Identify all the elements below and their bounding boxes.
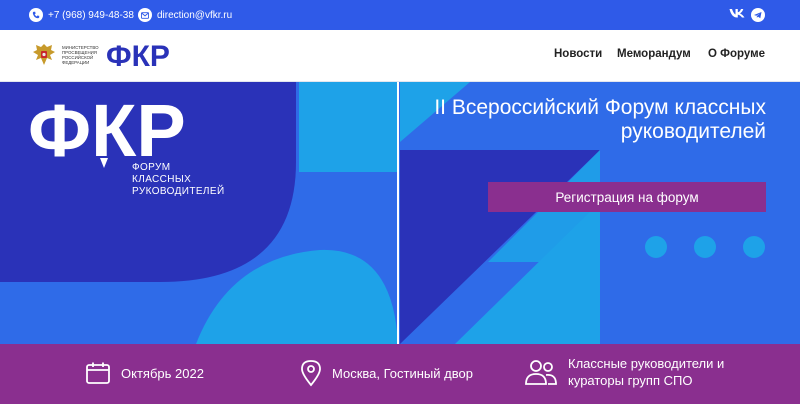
event-location-text: Москва, Гостиный двор [332, 365, 473, 381]
phone-icon [29, 8, 43, 22]
email-address: direction@vfkr.ru [157, 9, 233, 21]
hero-subtitle-line: Форум [132, 162, 171, 173]
email-contact[interactable]: direction@vfkr.ru [138, 8, 232, 22]
ministry-name: Министерство просвещения Российской Феде… [62, 45, 99, 65]
event-date: Октябрь 2022 [85, 361, 204, 385]
mail-icon [138, 8, 152, 22]
slider-dots [645, 236, 765, 258]
nav-about-forum[interactable]: О Форуме [708, 48, 765, 60]
users-icon [525, 360, 557, 385]
coat-of-arms-icon [33, 44, 55, 65]
nav-news[interactable]: Новости [554, 48, 602, 60]
hero-banner: ФКР Форум классных руководителей II Всер… [0, 82, 800, 344]
fkr-logo[interactable]: ФКР [106, 38, 178, 72]
phone-contact[interactable]: +7 (968) 949-48-38 [29, 8, 134, 22]
slider-dot[interactable] [645, 236, 667, 258]
hero-subtitle-line: классных [132, 174, 192, 185]
header-logo-text: ФКР [106, 40, 170, 72]
event-info-bar: Октябрь 2022 Москва, Гостиный двор Класс… [0, 344, 800, 404]
slider-dot[interactable] [694, 236, 716, 258]
event-date-text: Октябрь 2022 [121, 365, 204, 381]
vk-icon[interactable] [729, 8, 745, 18]
phone-number: +7 (968) 949-48-38 [48, 9, 134, 21]
calendar-icon [86, 362, 110, 384]
hero-title: II Всероссийский Форум классных руководи… [434, 96, 766, 143]
slider-dot[interactable] [743, 236, 765, 258]
event-location: Москва, Гостиный двор [300, 359, 473, 387]
event-audience: Классные руководители и кураторы групп С… [524, 355, 768, 389]
register-button[interactable]: Регистрация на форум [488, 182, 766, 212]
telegram-icon[interactable] [751, 8, 765, 22]
top-contact-bar: +7 (968) 949-48-38 direction@vfkr.ru [0, 0, 800, 30]
nav-memorandum[interactable]: Меморандум [617, 48, 691, 60]
hero-subtitle: Форум классных руководителей [132, 162, 225, 198]
hero-subtitle-line: руководителей [132, 186, 225, 197]
site-header: Министерство просвещения Российской Феде… [0, 30, 800, 82]
location-pin-icon [301, 360, 321, 387]
event-audience-text: Классные руководители и кураторы групп С… [568, 356, 725, 388]
